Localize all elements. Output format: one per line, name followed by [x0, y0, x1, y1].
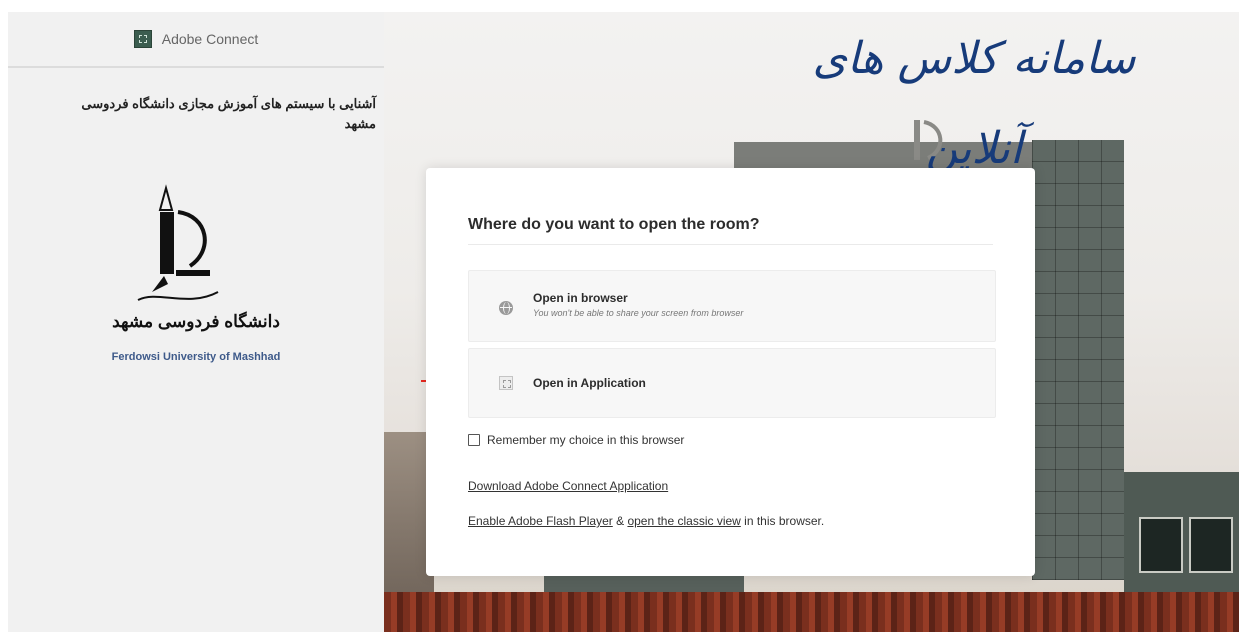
flash-line: Enable Adobe Flash Player & open the cla… [468, 514, 824, 528]
open-room-dialog: Where do you want to open the room? Open… [426, 168, 1035, 576]
option-label: Open in Application [533, 376, 646, 390]
building-window [1189, 517, 1233, 573]
enable-flash-link[interactable]: Enable Adobe Flash Player [468, 514, 613, 528]
globe-icon [499, 301, 513, 315]
university-name-fa: دانشگاه فردوسی مشهد [112, 312, 280, 331]
classic-view-link[interactable]: open the classic view [627, 514, 740, 528]
remember-label: Remember my choice in this browser [487, 433, 685, 447]
option-sublabel: You won't be able to share your screen f… [533, 308, 744, 318]
remember-choice[interactable]: Remember my choice in this browser [468, 433, 684, 447]
university-name-en: Ferdowsi University of Mashhad [111, 351, 281, 363]
flash-suffix: in this browser. [740, 514, 825, 528]
sidebar-header: Adobe Connect [8, 12, 384, 68]
option-label: Open in browser [533, 291, 628, 305]
flash-connector: & [612, 514, 628, 528]
adobe-connect-logo-icon [133, 30, 152, 48]
hedge [384, 592, 1239, 632]
sidebar-description: آشنایی با سیستم های آموزش مجازی دانشگاه … [81, 96, 376, 131]
university-logo-icon [137, 184, 219, 301]
open-in-browser-option[interactable]: Open in browser You won't be able to sha… [468, 270, 996, 342]
sidebar: Adobe Connect آشنایی با سیستم های آموزش … [8, 12, 384, 632]
application-icon [499, 376, 513, 390]
building-tower [1032, 140, 1124, 580]
app-name: Adobe Connect [161, 31, 259, 47]
open-in-application-option[interactable]: Open in Application [468, 348, 996, 418]
remember-checkbox[interactable] [468, 434, 480, 446]
banner-title: سامانه کلاس های آنلاین [812, 33, 1136, 174]
divider [468, 244, 993, 245]
download-app-link[interactable]: Download Adobe Connect Application [468, 479, 668, 493]
building-window [1139, 517, 1183, 573]
dialog-title: Where do you want to open the room? [468, 216, 760, 233]
